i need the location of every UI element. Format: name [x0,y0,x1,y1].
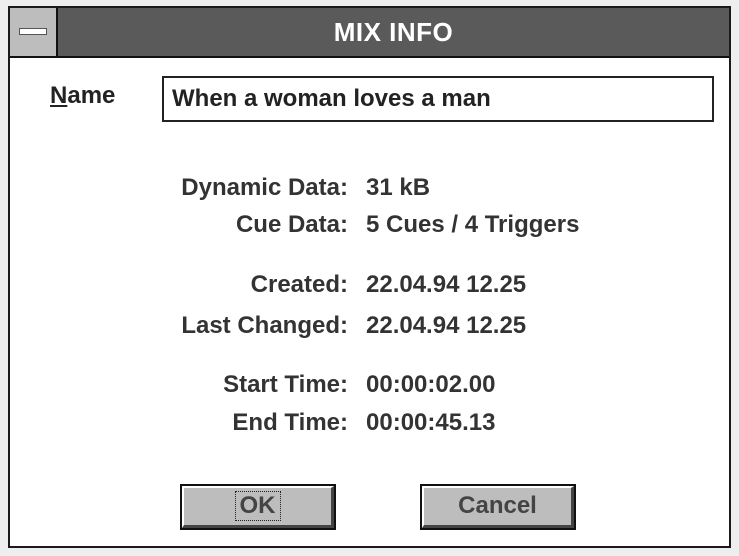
last-changed-row: Last Changed: 22.04.94 12.25 [10,311,733,341]
name-label-rest: ame [67,82,116,109]
mix-info-dialog: MIX INFO Name When a woman loves a man D… [8,6,731,548]
dynamic-data-label: Dynamic Data: [181,174,348,201]
start-time-row: Start Time: 00:00:02.00 [10,370,733,400]
cancel-button[interactable]: Cancel [422,486,574,528]
dynamic-data-value: 31 kB [366,174,431,201]
created-value: 22.04.94 12.25 [366,271,527,298]
title-bar: MIX INFO [10,8,729,58]
cue-data-label: Cue Data: [235,211,348,238]
system-menu-icon[interactable] [10,8,58,56]
start-time-value: 00:00:02.00 [366,371,496,398]
dynamic-data-row: Dynamic Data: 31 kB [10,173,733,203]
start-time-label: Start Time: [223,371,348,398]
system-menu-bar-glyph [19,28,47,35]
screen: MIX INFO Name When a woman loves a man D… [0,0,739,556]
last-changed-value: 22.04.94 12.25 [366,312,527,339]
cue-data-row: Cue Data: 5 Cues / 4 Triggers [10,210,733,240]
name-label: Name [50,82,115,110]
end-time-label: End Time: [232,409,348,436]
name-label-mnemonic: N [50,82,68,109]
name-input[interactable]: When a woman loves a man [162,76,714,122]
ok-button[interactable]: OK [182,486,334,528]
created-label: Created: [250,271,348,298]
last-changed-label: Last Changed: [181,312,348,339]
created-row: Created: 22.04.94 12.25 [10,270,733,300]
ok-button-label: OK [234,491,281,521]
cue-data-value: 5 Cues / 4 Triggers [366,211,580,238]
cancel-button-label: Cancel [458,492,537,519]
end-time-row: End Time: 00:00:45.13 [10,408,733,438]
dialog-title: MIX INFO [333,17,454,47]
end-time-value: 00:00:45.13 [366,409,496,436]
